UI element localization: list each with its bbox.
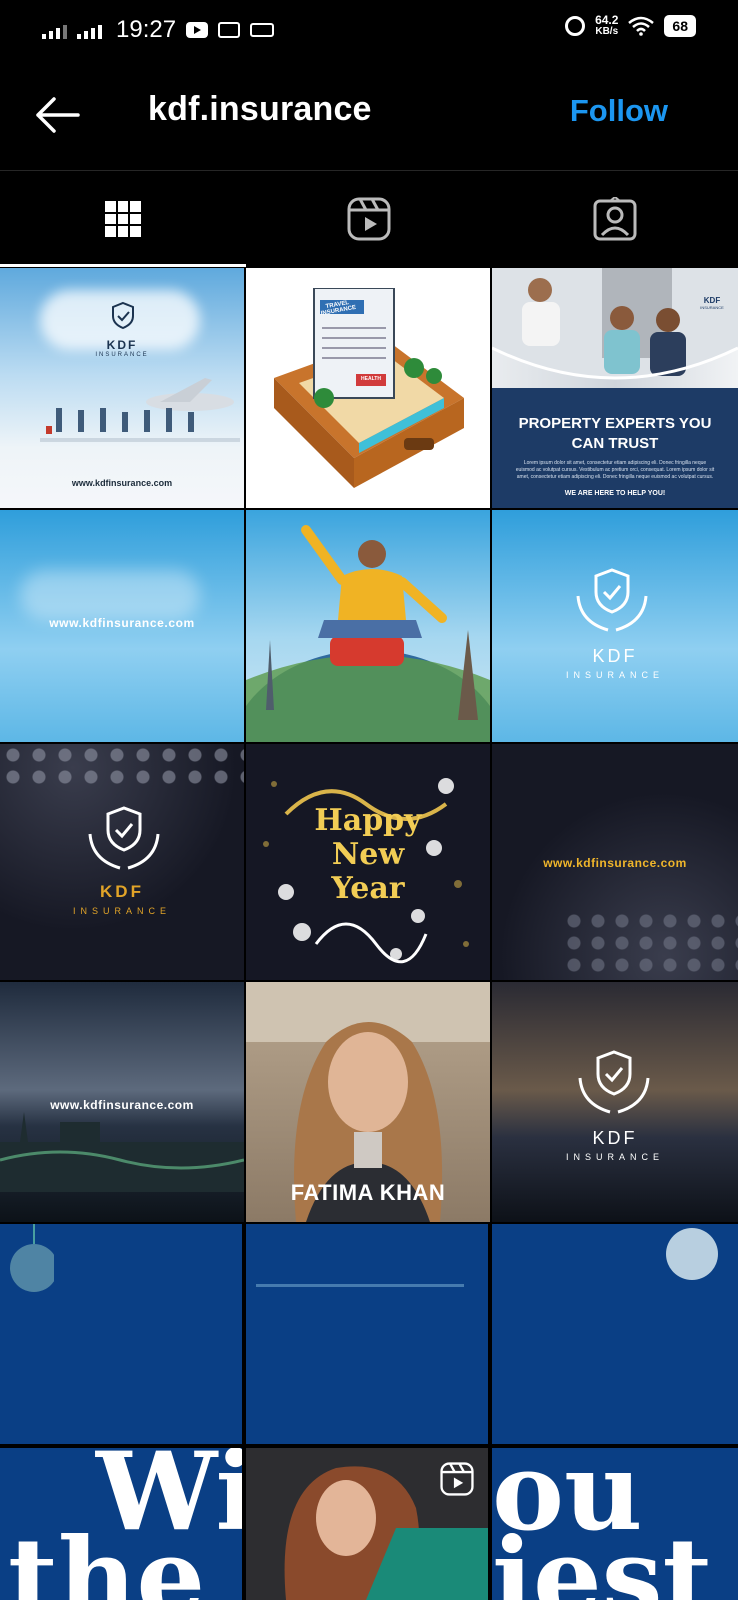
post-headline: PROPERTY EXPERTS YOU CAN TRUST: [518, 415, 712, 452]
post-blue-ornament-right[interactable]: [492, 1224, 738, 1444]
battery-level: 68: [672, 18, 688, 34]
net-speed: 64.2 KB/s: [595, 14, 618, 38]
post-url: www.kdfinsurance.com: [543, 856, 687, 870]
status-bar: 19:27 64.2 KB/s 68: [0, 0, 738, 60]
status-time: 19:27: [116, 16, 177, 43]
post-url: www.kdfinsurance.com: [71, 478, 173, 488]
woman-suitcase-globe: [246, 525, 490, 742]
hny-line3: Year: [331, 871, 405, 906]
reels-icon: [347, 197, 391, 241]
ornament-decoration: [10, 1224, 54, 1292]
happy-new-year-text: Happy New Year: [246, 804, 490, 906]
post-happy-new-year[interactable]: Happy New Year: [246, 744, 490, 980]
reel-woman-green[interactable]: [246, 1448, 488, 1600]
kdf-logo-subtitle: INSURANCE: [72, 906, 171, 916]
post-url-london[interactable]: www.kdfinsurance.com: [0, 982, 244, 1222]
kdf-logo-subtitle: INSURANCE: [565, 670, 664, 680]
kdf-logo-title: KDF: [100, 882, 144, 901]
tagged-icon: [593, 197, 637, 241]
post-blue-ornament[interactable]: [0, 1224, 242, 1444]
post-footer-text: WE ARE HERE TO HELP YOU!: [564, 490, 666, 497]
ornament-decoration: [666, 1228, 718, 1280]
post-travel-suitcase[interactable]: TRAVEL INSURANCE HEALTH: [246, 268, 490, 508]
suitcase-illustration: [274, 288, 464, 488]
kdf-logo-title: KDF: [703, 296, 721, 305]
post-blue-line[interactable]: [246, 1224, 488, 1444]
post-body-text: Lorem ipsum dolor sit amet, consectetur …: [515, 460, 715, 480]
grid-icon: [105, 201, 141, 237]
net-speed-value: 64.2: [595, 13, 619, 27]
post-fatima-khan[interactable]: FATIMA KHAN: [246, 982, 490, 1222]
tab-reels[interactable]: [246, 171, 492, 267]
post-property-experts[interactable]: KDF INSURANCE PROPERTY EXPERTS YOU CAN T…: [492, 268, 738, 508]
follow-button[interactable]: Follow: [570, 93, 668, 129]
post-blue-text-left[interactable]: Wi the: [0, 1448, 242, 1600]
kdf-logo-title: KDF: [106, 338, 138, 352]
health-badge: HEALTH: [361, 376, 381, 382]
kdf-logo-subtitle: INSURANCE: [565, 1152, 664, 1162]
shield-hands-icon: [112, 301, 134, 330]
shield-hands-icon: [576, 568, 648, 632]
post-url-dark[interactable]: www.kdfinsurance.com: [492, 744, 738, 980]
profile-header: kdf.insurance Follow: [0, 60, 738, 171]
post-caption: FATIMA KHAN: [290, 1180, 446, 1205]
battery-icon: 68: [664, 15, 696, 37]
airplane-illustration: [40, 378, 240, 442]
back-arrow-icon[interactable]: [34, 95, 80, 135]
tab-tagged[interactable]: [492, 171, 738, 267]
post-woman-globe[interactable]: [246, 510, 490, 742]
post-kdf-logo-sky[interactable]: KDF INSURANCE: [492, 510, 738, 742]
greeting-text: the: [8, 1515, 206, 1600]
post-kdf-logo-london[interactable]: KDF INSURANCE: [492, 982, 738, 1222]
kdf-logo-subtitle: INSURANCE: [700, 305, 724, 310]
laptop-icon: [250, 23, 275, 37]
profile-tabs: [0, 171, 738, 267]
wifi-icon: [628, 16, 655, 36]
kdf-logo-title: KDF: [592, 1128, 638, 1148]
signal-icon: [77, 21, 102, 39]
signal-icon: [42, 21, 67, 39]
youtube-icon: [186, 22, 209, 38]
profile-username: kdf.insurance: [148, 90, 372, 128]
alarm-icon: [565, 16, 586, 36]
hny-line2: New: [331, 837, 405, 872]
kdf-logo-title: KDF: [592, 646, 638, 666]
tab-posts[interactable]: [0, 171, 246, 267]
kdf-logo-subtitle: INSURANCE: [95, 352, 149, 358]
people-photo: [492, 268, 738, 380]
post-url: www.kdfinsurance.com: [50, 1098, 194, 1112]
kdf-mini-logo: KDF INSURANCE: [694, 296, 730, 310]
shield-hands-icon: [88, 806, 160, 870]
post-url: www.kdfinsurance.com: [49, 616, 195, 630]
greeting-text: iest: [492, 1515, 713, 1600]
post-travel-people[interactable]: KDF INSURANCE www.kdfinsurance.com: [0, 268, 244, 508]
shield-hands-icon: [578, 1050, 650, 1114]
post-kdf-logo-dark[interactable]: KDF INSURANCE: [0, 744, 244, 980]
post-url-sky[interactable]: www.kdfinsurance.com: [0, 510, 244, 742]
post-blue-text-right[interactable]: ou iest: [492, 1448, 738, 1600]
net-speed-unit: KB/s: [595, 26, 619, 37]
news-icon: [218, 22, 241, 38]
hny-line1: Happy: [314, 803, 422, 838]
reels-icon: [440, 1462, 474, 1496]
